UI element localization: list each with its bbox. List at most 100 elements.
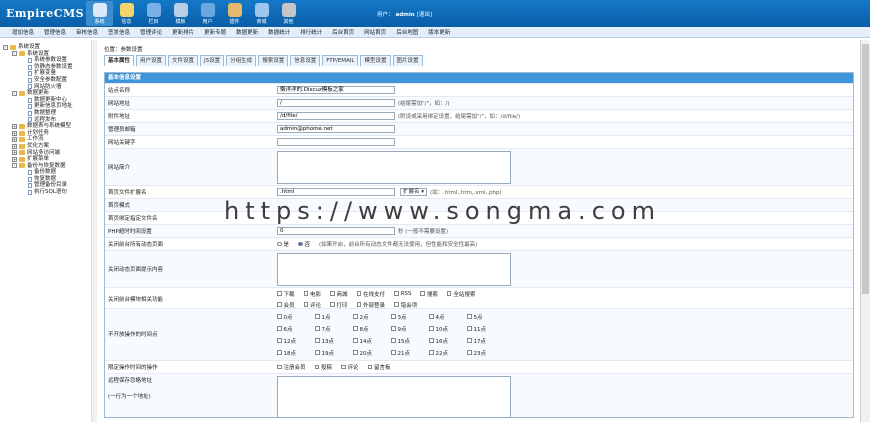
main-scrollbar[interactable]: [860, 40, 870, 422]
hour-option[interactable]: 6点: [277, 325, 309, 333]
module-option[interactable]: 全站搜索: [446, 290, 475, 298]
hour-checkbox[interactable]: [391, 314, 396, 319]
keywords-input[interactable]: [277, 138, 395, 146]
module-checkbox[interactable]: [330, 291, 335, 296]
attach-input[interactable]: /d/file/: [277, 112, 395, 120]
tree-node[interactable]: + 计划任务: [3, 130, 96, 137]
close-dyn-yes[interactable]: 是: [277, 240, 289, 248]
limit-option[interactable]: 留言板: [367, 363, 391, 371]
hour-option[interactable]: 12点: [277, 337, 309, 345]
hour-option[interactable]: 1点: [315, 313, 347, 321]
subnav-link-2[interactable]: 审核信息: [76, 28, 98, 36]
tree-toggle-icon[interactable]: +: [12, 123, 17, 129]
hour-checkbox[interactable]: [467, 326, 472, 331]
subnav-link-1[interactable]: 管理信息: [44, 28, 66, 36]
limit-checkbox[interactable]: [367, 364, 373, 370]
close-dyn-no-radio[interactable]: [298, 241, 303, 247]
module-checkbox[interactable]: [303, 302, 309, 307]
limit-checkbox[interactable]: [314, 364, 320, 370]
tab-6[interactable]: 信息设置: [290, 55, 321, 66]
tree-toggle-icon[interactable]: +: [12, 130, 17, 136]
hour-option[interactable]: 19点: [315, 349, 347, 357]
hour-checkbox[interactable]: [467, 350, 472, 355]
hour-checkbox[interactable]: [467, 338, 472, 343]
hour-option[interactable]: 15点: [391, 337, 423, 345]
hour-option[interactable]: 8点: [353, 325, 385, 333]
module-option[interactable]: 错会项: [394, 301, 417, 309]
hour-checkbox[interactable]: [391, 338, 396, 343]
hour-option[interactable]: 11点: [467, 325, 499, 333]
hour-checkbox[interactable]: [429, 338, 434, 343]
tree-node[interactable]: 数据整理: [3, 110, 96, 117]
module-checkbox[interactable]: [394, 302, 399, 307]
hour-checkbox[interactable]: [353, 338, 358, 343]
tree-node[interactable]: 备份数据: [3, 169, 96, 176]
tree-toggle-icon[interactable]: +: [12, 150, 17, 156]
subnav-link-0[interactable]: 增加信息: [12, 28, 34, 36]
module-checkbox[interactable]: [330, 302, 335, 307]
close-dyn-no[interactable]: 否: [298, 240, 310, 248]
subnav-link-5[interactable]: 更新排片: [172, 28, 194, 36]
tree-toggle-icon[interactable]: +: [12, 143, 17, 149]
hour-option[interactable]: 9点: [391, 325, 423, 333]
module-option[interactable]: 评论: [303, 301, 321, 309]
module-checkbox[interactable]: [303, 291, 309, 296]
tree-toggle-icon[interactable]: -: [12, 90, 17, 96]
hour-checkbox[interactable]: [353, 326, 358, 331]
hour-checkbox[interactable]: [315, 326, 320, 331]
tab-7[interactable]: FTP/EMAIL: [322, 55, 359, 66]
hour-option[interactable]: 22点: [429, 349, 461, 357]
hour-option[interactable]: 7点: [315, 325, 347, 333]
ext-select[interactable]: 扩展名 ▾: [400, 188, 428, 196]
tree-toggle-icon[interactable]: -: [3, 44, 8, 50]
subnav-link-6[interactable]: 更新专题: [204, 28, 226, 36]
keep-textarea[interactable]: [277, 375, 511, 418]
tree-node[interactable]: 扩展变量: [3, 70, 96, 77]
tree-node[interactable]: 网站防火墙: [3, 84, 96, 91]
tree-node[interactable]: 执行SQL语句: [3, 189, 96, 196]
module-option[interactable]: 打印: [330, 301, 348, 309]
hour-option[interactable]: 23点: [467, 349, 499, 357]
hour-option[interactable]: 2点: [353, 313, 385, 321]
tree-node[interactable]: - 数据更新: [3, 90, 96, 97]
tree-node[interactable]: - 系统设置: [3, 44, 96, 51]
tree-toggle-icon[interactable]: +: [12, 137, 17, 143]
tree-toggle-icon[interactable]: +: [12, 156, 17, 162]
subnav-link-8[interactable]: 数据统计: [268, 28, 290, 36]
hour-option[interactable]: 20点: [353, 349, 385, 357]
hour-option[interactable]: 10点: [429, 325, 461, 333]
subnav-link-10[interactable]: 后台首页: [332, 28, 354, 36]
nav-item-6[interactable]: 商城: [248, 1, 275, 26]
subnav-link-11[interactable]: 网站首页: [364, 28, 386, 36]
tab-0[interactable]: 基本属性: [104, 55, 135, 66]
tab-3[interactable]: JS设置: [200, 55, 225, 66]
hour-checkbox[interactable]: [429, 326, 434, 331]
hour-checkbox[interactable]: [277, 314, 282, 319]
hour-option[interactable]: 21点: [391, 349, 423, 357]
subnav-link-12[interactable]: 后台地图: [396, 28, 418, 36]
tree-node[interactable]: 系统参数设置: [3, 57, 96, 64]
hour-checkbox[interactable]: [315, 338, 320, 343]
tree-node[interactable]: + 扩展菜单: [3, 156, 96, 163]
nav-item-7[interactable]: 其他: [275, 1, 302, 26]
subnav-link-13[interactable]: 版本更新: [428, 28, 450, 36]
nav-item-5[interactable]: 插件: [221, 1, 248, 26]
email-input[interactable]: admin@phome.net: [277, 125, 395, 133]
scroll-thumb[interactable]: [862, 44, 869, 294]
hour-option[interactable]: 0点: [277, 313, 309, 321]
module-option[interactable]: 在线支付: [356, 290, 385, 298]
subnav-link-3[interactable]: 签发信息: [108, 28, 130, 36]
site-name-input[interactable]: 懒洋洋的.Discuz模板之家: [277, 86, 395, 94]
module-option[interactable]: 下载: [277, 290, 295, 298]
module-checkbox[interactable]: [394, 291, 399, 296]
hour-checkbox[interactable]: [429, 314, 434, 319]
nav-item-1[interactable]: 信息: [113, 1, 140, 26]
hour-checkbox[interactable]: [391, 350, 396, 355]
hour-option[interactable]: 13点: [315, 337, 347, 345]
hour-option[interactable]: 14点: [353, 337, 385, 345]
nav-item-2[interactable]: 栏目: [140, 1, 167, 26]
subnav-link-7[interactable]: 数据更新: [236, 28, 258, 36]
hour-checkbox[interactable]: [429, 350, 434, 355]
subnav-link-9[interactable]: 排行统计: [300, 28, 322, 36]
module-option[interactable]: 商城: [330, 290, 348, 298]
